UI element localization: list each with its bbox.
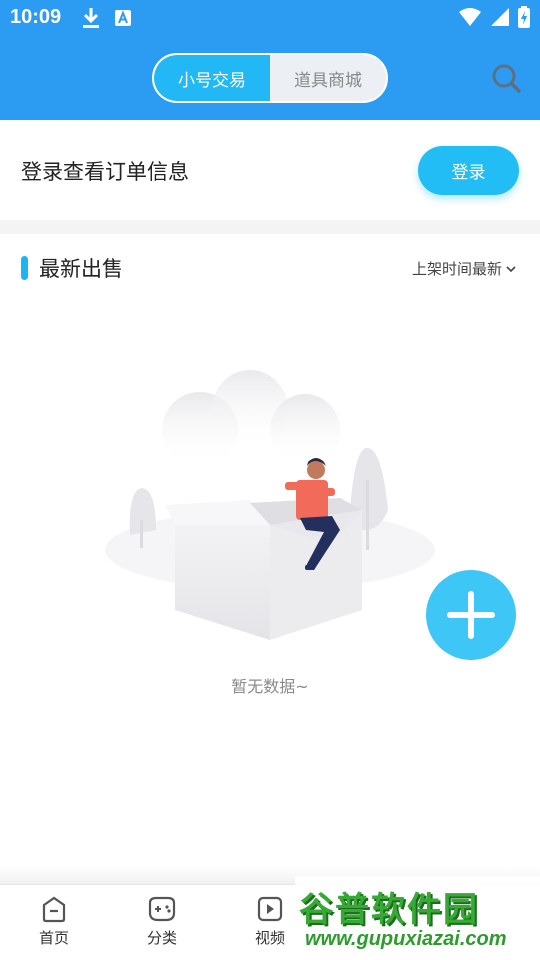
nav-category[interactable]: 分类: [132, 895, 192, 948]
nav-category-label: 分类: [146, 929, 177, 947]
empty-state-illustration: [105, 370, 435, 640]
gamepad-icon: [148, 896, 176, 922]
status-bar: 10:09: [0, 0, 540, 36]
signal-icon: [491, 8, 509, 26]
chevron-down-icon: [506, 265, 516, 272]
home-icon: [42, 896, 66, 923]
nav-home-label: 首页: [38, 929, 69, 947]
battery-icon: [518, 6, 530, 28]
watermark-url: www.gupuxiazai.com: [305, 928, 507, 950]
search-icon[interactable]: [490, 62, 522, 94]
segment-tabs: 小号交易 道具商城: [152, 53, 388, 103]
login-prompt-text: 登录查看订单信息: [21, 160, 189, 184]
nav-video-label: 视频: [254, 929, 285, 947]
plus-icon: [447, 591, 495, 639]
sort-label: 上架时间最新: [411, 260, 502, 278]
tab-account-trade[interactable]: 小号交易: [154, 55, 270, 101]
status-icons: [458, 6, 530, 28]
login-button[interactable]: 登录: [418, 146, 519, 195]
section-accent-bar: [21, 256, 28, 280]
section-divider: [0, 220, 540, 234]
section-title: 最新出售: [39, 257, 123, 281]
add-post-button[interactable]: [426, 570, 516, 660]
watermark-logo: 谷普软件园 www.gupuxiazai.com: [295, 876, 540, 960]
sort-dropdown[interactable]: 上架时间最新: [412, 258, 516, 279]
status-time: 10:09: [10, 6, 62, 28]
empty-state-message: 暂无数据~: [231, 677, 309, 696]
wifi-icon: [459, 8, 481, 26]
tab-item-shop[interactable]: 道具商城: [270, 55, 386, 101]
nav-video[interactable]: 视频: [240, 895, 300, 948]
video-icon: [257, 896, 283, 922]
watermark-title: 谷普软件园: [299, 890, 479, 930]
app-notification-icon: [115, 10, 131, 26]
nav-home[interactable]: 首页: [24, 895, 84, 948]
download-icon: [83, 8, 99, 28]
app-header: 10:09 小号交易 道具商城: [0, 0, 540, 120]
